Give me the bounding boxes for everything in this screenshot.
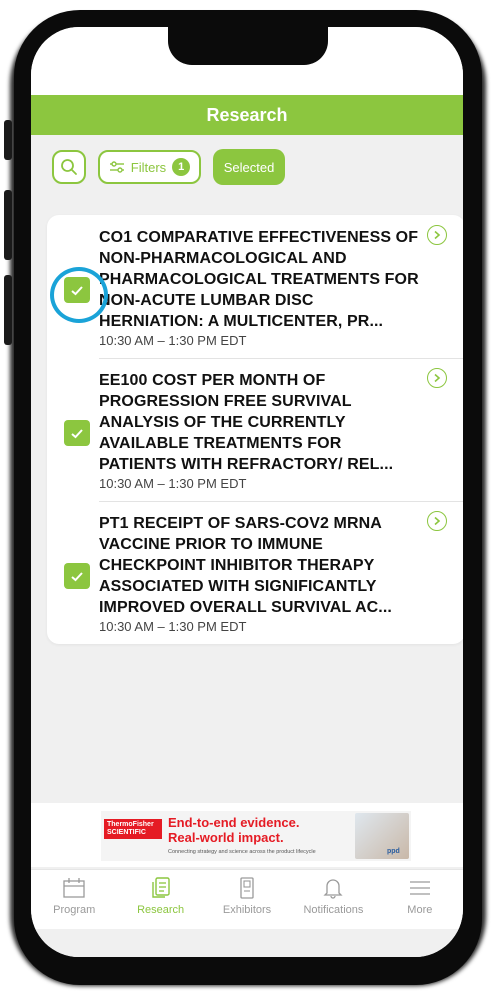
- tab-exhibitors[interactable]: Exhibitors: [204, 870, 290, 930]
- selected-button[interactable]: Selected: [213, 149, 285, 185]
- chevron-right-icon[interactable]: [427, 511, 447, 531]
- list-item[interactable]: PT1 RECEIPT OF SARS-COV2 MRNA VACCINE PR…: [47, 501, 463, 644]
- list-item[interactable]: EE100 COST PER MONTH OF PROGRESSION FREE…: [47, 358, 463, 501]
- item-time: 10:30 AM – 1:30 PM EDT: [99, 476, 247, 491]
- menu-icon: [409, 881, 430, 895]
- tab-label: Program: [53, 904, 96, 916]
- tab-program[interactable]: Program: [31, 870, 117, 930]
- tab-bar: Program Research Exhibitors Notification…: [31, 869, 463, 930]
- tab-label: Notifications: [303, 904, 364, 916]
- tab-notifications[interactable]: Notifications: [290, 870, 376, 930]
- filters-label: Filters: [130, 159, 167, 175]
- tab-label: Research: [137, 904, 185, 916]
- ad-banner[interactable]: ThermoFisher SCIENTIFIC End-to-end evide…: [31, 803, 463, 867]
- item-checkbox[interactable]: [64, 563, 90, 589]
- ad-photo: [355, 813, 409, 859]
- item-time: 10:30 AM – 1:30 PM EDT: [99, 333, 247, 348]
- divider: [99, 358, 463, 359]
- item-title: CO1 COMPARATIVE EFFECTIVENESS OF NON-PHA…: [99, 229, 419, 330]
- ad-headline-line-1: End-to-end evidence.: [168, 815, 300, 830]
- search-icon: [61, 159, 77, 175]
- calendar-icon: [63, 878, 85, 898]
- ad-headline-line-2: Real-world impact.: [168, 830, 284, 845]
- divider: [99, 501, 463, 502]
- chevron-right-icon[interactable]: [427, 368, 447, 388]
- volume-up-button: [4, 190, 12, 260]
- toolbar: Filters 1 Selected: [52, 149, 285, 185]
- tab-label: Exhibitors: [222, 904, 272, 916]
- ad-creative[interactable]: ThermoFisher SCIENTIFIC End-to-end evide…: [101, 811, 411, 861]
- booth-icon: [240, 877, 254, 899]
- chevron-right-icon[interactable]: [427, 225, 447, 245]
- brand-logo: ThermoFisher SCIENTIFIC: [104, 819, 162, 839]
- item-checkbox[interactable]: [64, 420, 90, 446]
- tab-more[interactable]: More: [377, 870, 463, 930]
- filters-button[interactable]: Filters 1: [98, 150, 201, 184]
- research-list: CO1 COMPARATIVE EFFECTIVENESS OF NON-PHA…: [47, 215, 463, 644]
- check-icon: [71, 571, 83, 581]
- search-button[interactable]: [52, 150, 86, 184]
- mute-switch: [4, 120, 12, 160]
- volume-down-button: [4, 275, 12, 345]
- highlight-circle: [50, 267, 108, 323]
- ad-headline: End-to-end evidence. Real-world impact.: [168, 815, 299, 845]
- tab-research[interactable]: Research: [117, 870, 203, 930]
- bell-icon: [323, 879, 343, 899]
- partner-logo: ppd: [387, 848, 400, 855]
- sliders-icon: [109, 161, 124, 173]
- filters-count-badge: 1: [172, 158, 191, 176]
- ad-subline: Connecting strategy and science across t…: [168, 849, 316, 855]
- home-indicator-area: [31, 929, 463, 957]
- list-item[interactable]: CO1 COMPARATIVE EFFECTIVENESS OF NON-PHA…: [47, 215, 463, 358]
- item-time: 10:30 AM – 1:30 PM EDT: [99, 619, 247, 634]
- phone-screen: Research Filters 1 Selected CO1 COMPARAT…: [31, 27, 463, 957]
- document-icon: [151, 877, 170, 898]
- item-title: PT1 RECEIPT OF SARS-COV2 MRNA VACCINE PR…: [99, 515, 392, 616]
- phone-notch: [168, 27, 328, 65]
- page-title: Research: [31, 95, 463, 135]
- item-title: EE100 COST PER MONTH OF PROGRESSION FREE…: [99, 372, 394, 473]
- tab-label: More: [407, 904, 433, 916]
- check-icon: [71, 428, 83, 438]
